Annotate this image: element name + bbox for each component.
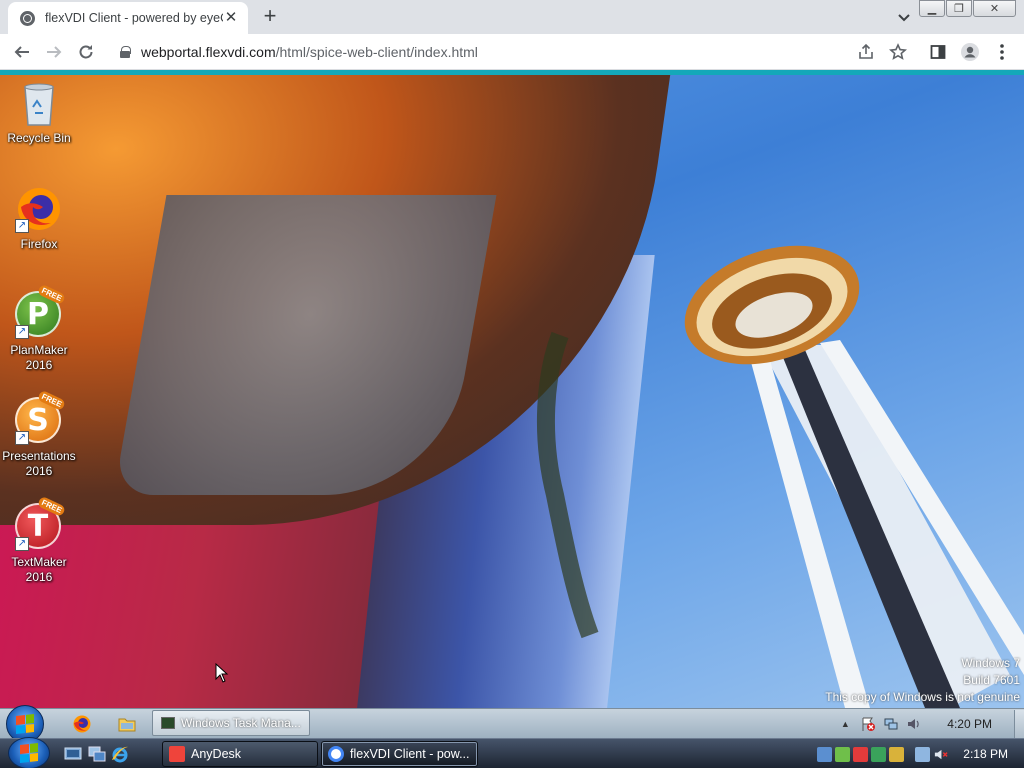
flexvdi-task-button[interactable]: flexVDI Client - pow... [321,741,478,767]
local-system-tray: 2:18 PM [817,739,1024,768]
close-tab-icon[interactable]: ✕ [222,9,240,27]
window-controls: ▁ ❐ ✕ [918,0,1016,17]
bookmark-star-icon[interactable] [888,42,908,62]
firefox-quicklaunch-icon[interactable] [72,714,92,734]
show-desktop-quicklaunch-icon[interactable] [64,745,82,763]
share-icon[interactable] [856,42,876,62]
switch-windows-icon[interactable] [88,745,106,763]
watermark-build: Build 7601 [963,673,1020,687]
volume-muted-icon[interactable] [933,747,948,762]
desktop-icon-label: Recycle Bin [7,131,71,145]
show-desktop-button[interactable] [1014,710,1024,738]
profile-icon[interactable] [960,42,980,62]
space-needle-wallpaper [536,245,1024,708]
volume-icon[interactable] [906,716,922,732]
restore-button[interactable]: ❐ [946,0,972,17]
desktop-icon-planmaker[interactable]: P FREE ↗ PlanMaker 2016 [1,283,77,373]
tray-app-icon[interactable] [835,746,851,762]
chrome-icon [328,746,344,762]
windows-logo-icon [16,714,34,734]
url-path: /html/spice-web-client/index.html [275,44,478,60]
firefox-icon: ↗ [15,185,63,233]
desktop-icon-recycle-bin[interactable]: Recycle Bin [1,79,77,146]
forward-icon[interactable] [44,42,64,62]
internet-explorer-icon[interactable] [111,745,129,763]
side-panel-icon[interactable] [928,42,948,62]
planmaker-icon: P FREE ↗ [15,283,67,339]
address-bar[interactable]: webportal.flexvdi.com/html/spice-web-cli… [110,38,880,66]
shortcut-arrow-icon: ↗ [15,325,29,339]
desktop-icon-label: Presentations 2016 [2,449,76,478]
remote-desktop[interactable]: Recycle Bin ↗ Firefox P FREE ↗ PlanMaker… [0,75,1024,708]
watermark-os: Windows 7 [961,656,1020,670]
browser-tab[interactable]: flexVDI Client - powered by eyeO ✕ [8,2,248,34]
textmaker-icon: T FREE ↗ [15,495,67,551]
tray-app-icon[interactable] [853,746,869,762]
menu-kebab-icon[interactable] [992,42,1012,62]
windows-logo-icon [20,743,38,763]
recycle-bin-icon [15,79,63,127]
windows-not-genuine-watermark: Windows 7 Build 7601 This copy of Window… [825,655,1020,706]
anydesk-icon [169,746,185,762]
presentations-icon: S FREE ↗ [15,389,67,445]
reload-icon[interactable] [76,42,96,62]
tab-strip: flexVDI Client - powered by eyeO ✕ + ▁ ❐… [0,0,1024,34]
tray-app-icon[interactable] [889,746,905,762]
tray-app-icon[interactable] [817,746,833,762]
back-icon[interactable] [12,42,32,62]
network-icon[interactable] [883,716,899,732]
shortcut-arrow-icon: ↗ [15,537,29,551]
action-center-flag-icon[interactable] [860,716,876,732]
globe-icon [20,10,35,26]
local-clock[interactable]: 2:18 PM [963,747,1008,761]
shortcut-arrow-icon: ↗ [15,431,29,445]
tray-app-icon[interactable] [871,746,887,762]
task-label: flexVDI Client - pow... [350,747,470,761]
desktop-icon-textmaker[interactable]: T FREE ↗ TextMaker 2016 [1,495,77,585]
local-taskbar: AnyDesk flexVDI Client - pow... 2:18 PM [0,737,1024,768]
desktop-icon-label: PlanMaker 2016 [10,343,68,372]
task-manager-task-button[interactable]: Windows Task Mana... [152,710,310,736]
desktop-icon-presentations[interactable]: S FREE ↗ Presentations 2016 [1,389,77,479]
minimize-button[interactable]: ▁ [919,0,945,17]
mouse-cursor-icon [215,663,229,683]
tab-search-icon[interactable] [894,8,914,26]
network-icon[interactable] [915,746,931,762]
task-label: AnyDesk [191,747,242,761]
desktop-icon-firefox[interactable]: ↗ Firefox [1,185,77,252]
task-label: Windows Task Mana... [181,716,301,730]
desktop-icon-label: Firefox [20,237,58,251]
file-explorer-icon[interactable] [117,714,137,734]
remote-taskbar: Windows Task Mana... ▲ 4:20 PM [0,705,1024,743]
watermark-genuine: This copy of Windows is not genuine [825,690,1020,704]
lock-icon[interactable] [120,46,131,58]
anydesk-task-button[interactable]: AnyDesk [162,741,318,767]
shortcut-arrow-icon: ↗ [15,219,29,233]
local-start-button[interactable] [8,737,50,768]
tab-title: flexVDI Client - powered by eyeO [45,11,223,25]
browser-toolbar: webportal.flexvdi.com/html/spice-web-cli… [0,34,1024,70]
url-host: webportal.flexvdi.com [141,44,276,60]
task-manager-icon [161,717,175,729]
show-hidden-icons-chevron-icon[interactable]: ▲ [837,716,853,732]
remote-system-tray: ▲ 4:20 PM [837,709,1024,739]
desktop-icon-label: TextMaker 2016 [11,555,67,584]
close-window-button[interactable]: ✕ [973,0,1016,17]
new-tab-button[interactable]: + [258,5,282,29]
remote-clock[interactable]: 4:20 PM [947,717,992,731]
